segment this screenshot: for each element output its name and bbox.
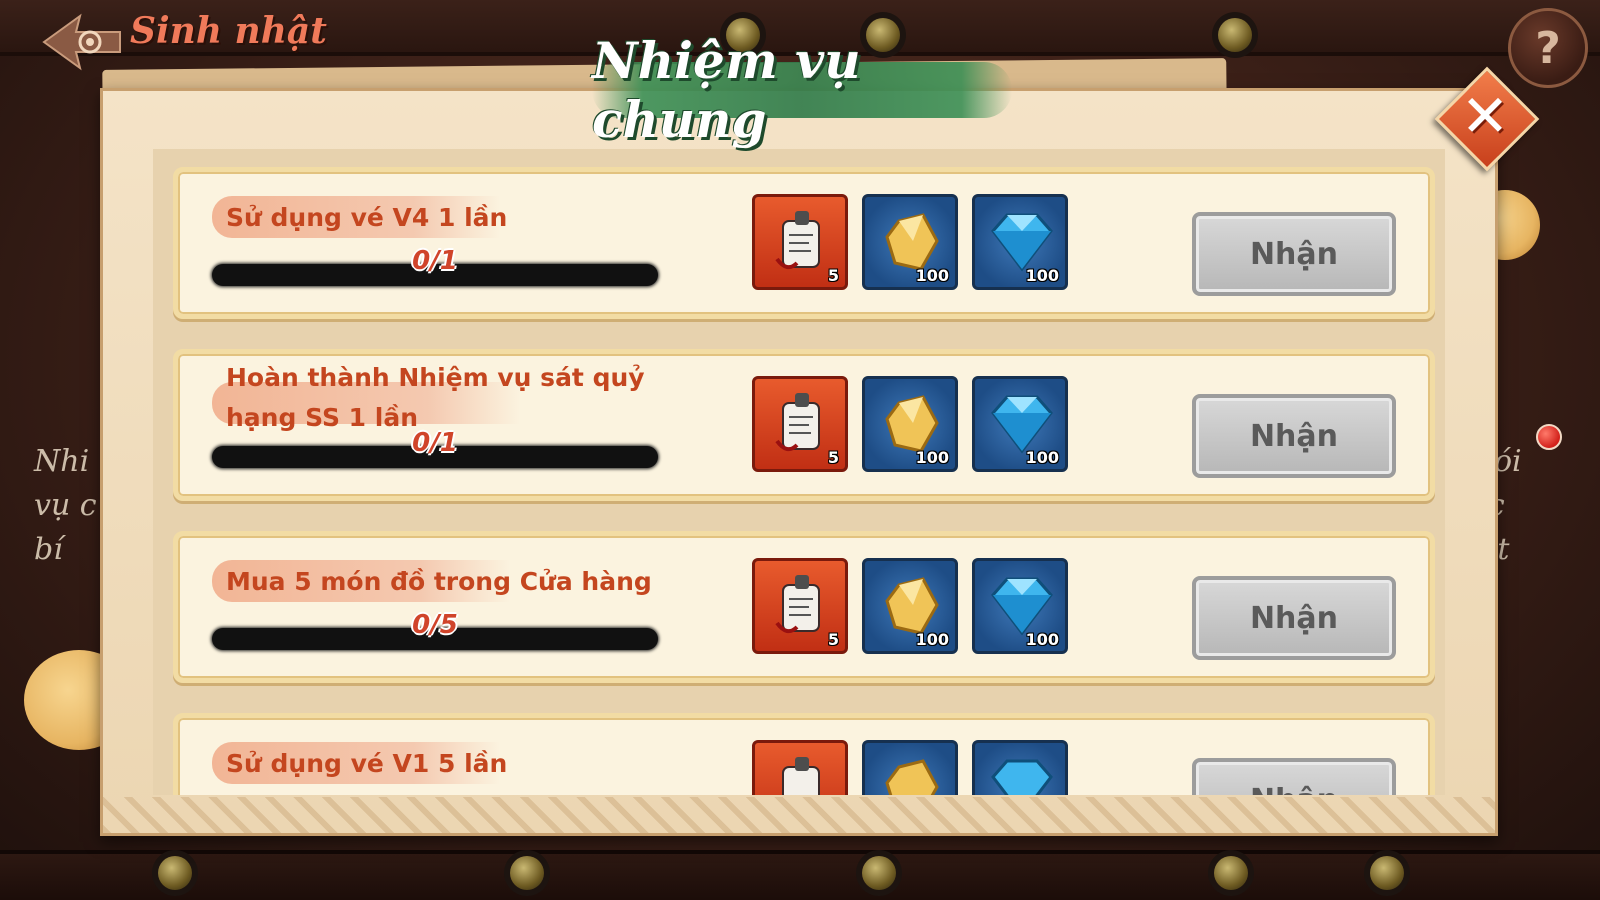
reward-quantity: 100	[915, 630, 949, 649]
scroll-icon	[775, 393, 820, 452]
reward-item[interactable]: 5	[752, 558, 848, 654]
close-icon[interactable]: ✕	[1458, 82, 1512, 150]
claim-button[interactable]: Nhận	[1192, 394, 1396, 478]
task-row: Hoàn thành Nhiệm vụ sát quỷ hạng SS 1 lầ…	[173, 349, 1435, 501]
reward-quantity: 100	[915, 266, 949, 285]
progress-text: 0/5	[412, 610, 458, 640]
task-name: Mua 5 món đồ trong Cửa hàng	[226, 567, 652, 596]
reward-item[interactable]: 100	[972, 376, 1068, 472]
notification-dot	[1536, 424, 1562, 450]
side-panel-text-left: Nhi vụ c bí	[34, 444, 97, 567]
reward-item[interactable]: 100	[972, 194, 1068, 290]
back-button[interactable]	[40, 12, 124, 72]
decor-stud	[1218, 18, 1252, 52]
bottom-beam	[0, 850, 1600, 900]
reward-item[interactable]	[972, 740, 1068, 795]
reward-quantity: 100	[1025, 630, 1059, 649]
decor-stud	[510, 856, 544, 890]
task-name: Hoàn thành Nhiệm vụ sát quỷ hạng SS 1 lầ…	[226, 363, 645, 432]
panel-border-pattern	[103, 797, 1495, 833]
task-name: Sử dụng vé V1 5 lần	[226, 749, 508, 778]
reward-item[interactable]: 5	[752, 194, 848, 290]
decor-stud	[862, 856, 896, 890]
back-arrow-icon	[42, 13, 121, 71]
reward-quantity: 100	[1025, 266, 1059, 285]
scroll-icon	[775, 575, 820, 634]
reward-item[interactable]: 100	[862, 376, 958, 472]
reward-item[interactable]	[862, 740, 958, 795]
reward-quantity: 100	[1025, 448, 1059, 467]
decor-stud	[1214, 856, 1248, 890]
claim-button[interactable]: Nhận	[1192, 758, 1396, 795]
task-list[interactable]: Sử dụng vé V4 1 lần 0/1 5 100 100 Nhận H…	[153, 149, 1445, 795]
scroll-icon	[775, 211, 820, 270]
progress-text: 0/1	[412, 246, 458, 276]
reward-item[interactable]	[752, 740, 848, 795]
help-button[interactable]: ?	[1508, 8, 1588, 88]
reward-quantity: 100	[915, 448, 949, 467]
task-row: Sử dụng vé V1 5 lần Nhận	[173, 713, 1435, 795]
decor-stud	[1370, 856, 1404, 890]
task-row: Sử dụng vé V4 1 lần 0/1 5 100 100 Nhận	[173, 167, 1435, 319]
diamond-icon	[991, 759, 1053, 795]
reward-item[interactable]: 100	[972, 558, 1068, 654]
claim-button[interactable]: Nhận	[1192, 212, 1396, 296]
task-row: Mua 5 món đồ trong Cửa hàng 0/5 5 100 10…	[173, 531, 1435, 683]
reward-quantity: 5	[827, 630, 839, 649]
page-title: Sinh nhật	[130, 10, 327, 52]
mission-dialog: Sử dụng vé V4 1 lần 0/1 5 100 100 Nhận H…	[100, 88, 1498, 836]
decor-stud	[158, 856, 192, 890]
claim-button[interactable]: Nhận	[1192, 576, 1396, 660]
gold-crystal-icon	[885, 759, 939, 795]
reward-item[interactable]: 100	[862, 558, 958, 654]
reward-quantity: 5	[827, 266, 839, 285]
progress-text: 0/1	[412, 428, 458, 458]
reward-item[interactable]: 100	[862, 194, 958, 290]
reward-item[interactable]: 5	[752, 376, 848, 472]
scroll-icon	[782, 757, 820, 795]
reward-quantity: 5	[827, 448, 839, 467]
dialog-title: Nhiệm vụ chung	[592, 31, 861, 149]
task-name: Sử dụng vé V4 1 lần	[226, 203, 508, 232]
help-icon: ?	[1535, 22, 1561, 74]
dialog-title-banner: Nhiệm vụ chung	[592, 31, 1012, 149]
